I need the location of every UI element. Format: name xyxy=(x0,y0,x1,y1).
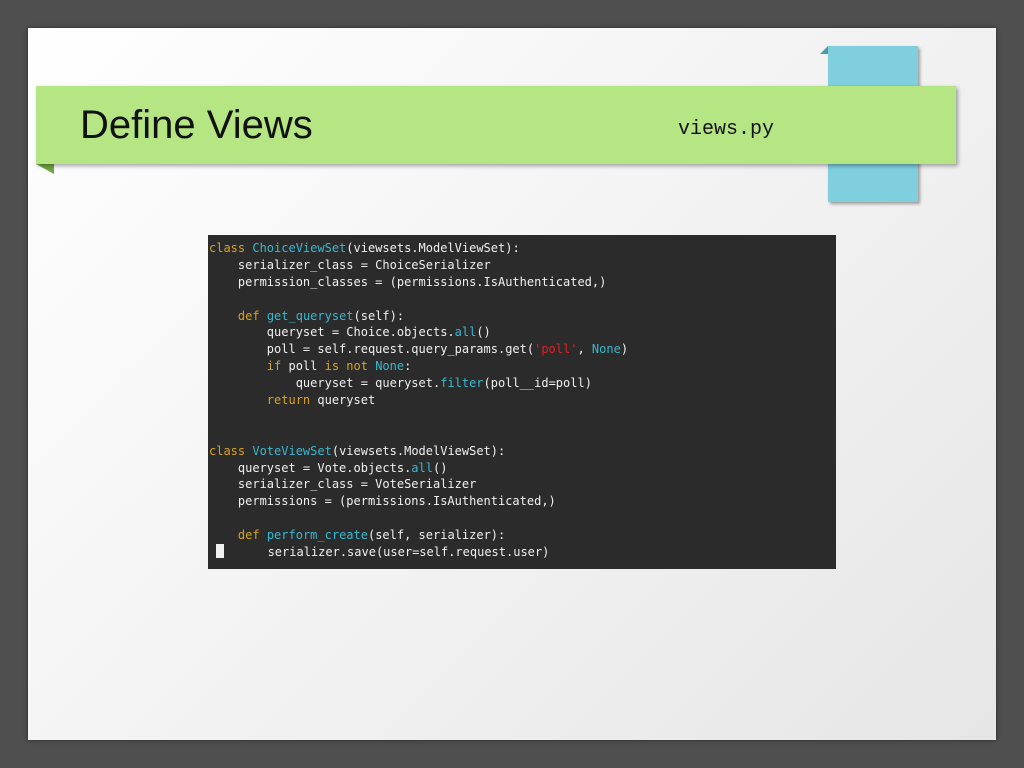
code-token: class xyxy=(209,443,246,458)
code-block: class ChoiceViewSet(viewsets.ModelViewSe… xyxy=(208,235,836,569)
code-token: (poll__id=poll) xyxy=(483,376,592,391)
blue-tab-fold xyxy=(820,46,828,54)
code-token: poll xyxy=(281,359,325,374)
code-line: def perform_create(self, serializer): xyxy=(208,527,836,544)
code-token: None xyxy=(591,342,621,357)
code-token: is not xyxy=(324,359,368,374)
code-token: queryset = queryset. xyxy=(209,376,441,391)
code-token: if xyxy=(266,359,282,374)
code-token: (viewsets.ModelViewSet): xyxy=(346,241,520,255)
code-token: 'poll' xyxy=(534,342,578,357)
code-line: serializer_class = VoteSerializer xyxy=(208,476,836,493)
code-line: if poll is not None: xyxy=(208,358,836,375)
code-line: permission_classes = (permissions.IsAuth… xyxy=(208,274,836,291)
code-token: ) xyxy=(620,342,629,357)
code-token: : xyxy=(404,359,412,374)
code-token: permissions = (permissions.IsAuthenticat… xyxy=(209,494,556,509)
code-token: get_queryset xyxy=(266,308,354,323)
code-token: (self): xyxy=(353,308,405,323)
code-token: perform_create xyxy=(266,528,368,543)
code-line: class ChoiceViewSet(viewsets.ModelViewSe… xyxy=(208,240,836,257)
code-token: (self, serializer): xyxy=(367,528,506,543)
code-line: queryset = queryset.filter(poll__id=poll… xyxy=(208,375,836,392)
code-line: class VoteViewSet(viewsets.ModelViewSet)… xyxy=(208,443,836,460)
file-name-label: views.py xyxy=(678,118,775,141)
text-cursor xyxy=(216,544,225,559)
code-token: queryset xyxy=(310,393,376,408)
code-line: return queryset xyxy=(208,392,836,409)
code-token: poll = self.request.query_params.get( xyxy=(209,342,535,357)
code-token: serializer.save(user=self.request.user) xyxy=(238,545,550,560)
code-token: , xyxy=(577,342,592,357)
code-token: class xyxy=(209,241,246,255)
code-token: all xyxy=(454,325,477,340)
slide-title: Define Views xyxy=(80,103,313,147)
code-token: () xyxy=(476,325,491,340)
code-token: serializer_class = ChoiceSerializer xyxy=(209,257,491,272)
code-token: None xyxy=(375,359,405,374)
slide: Define Views views.py class ChoiceViewSe… xyxy=(28,28,996,740)
code-line: poll = self.request.query_params.get('po… xyxy=(208,341,836,358)
code-line: serializer_class = ChoiceSerializer xyxy=(208,257,836,274)
code-line: permissions = (permissions.IsAuthenticat… xyxy=(208,493,836,510)
code-token: serializer_class = VoteSerializer xyxy=(209,477,477,492)
code-token: queryset = Choice.objects. xyxy=(209,325,455,340)
title-bar: Define Views views.py xyxy=(36,86,956,164)
code-line: queryset = Choice.objects.all() xyxy=(208,324,836,341)
code-line: queryset = Vote.objects.all() xyxy=(208,460,836,477)
code-token: permission_classes = (permissions.IsAuth… xyxy=(209,274,607,289)
title-bar-fold xyxy=(36,164,54,174)
code-token: def xyxy=(237,308,260,323)
code-line: serializer.save(user=self.request.user) xyxy=(208,544,836,561)
code-token: ChoiceViewSet xyxy=(252,241,347,255)
code-token: def xyxy=(237,528,260,543)
code-token: () xyxy=(432,460,448,475)
code-token: all xyxy=(411,460,433,475)
code-token: queryset = Vote.objects. xyxy=(209,460,412,475)
code-line: def get_queryset(self): xyxy=(208,308,836,325)
code-token: (viewsets.ModelViewSet): xyxy=(331,443,506,458)
code-token: return xyxy=(266,393,311,408)
code-token: filter xyxy=(440,376,484,391)
code-token: VoteViewSet xyxy=(252,443,332,458)
